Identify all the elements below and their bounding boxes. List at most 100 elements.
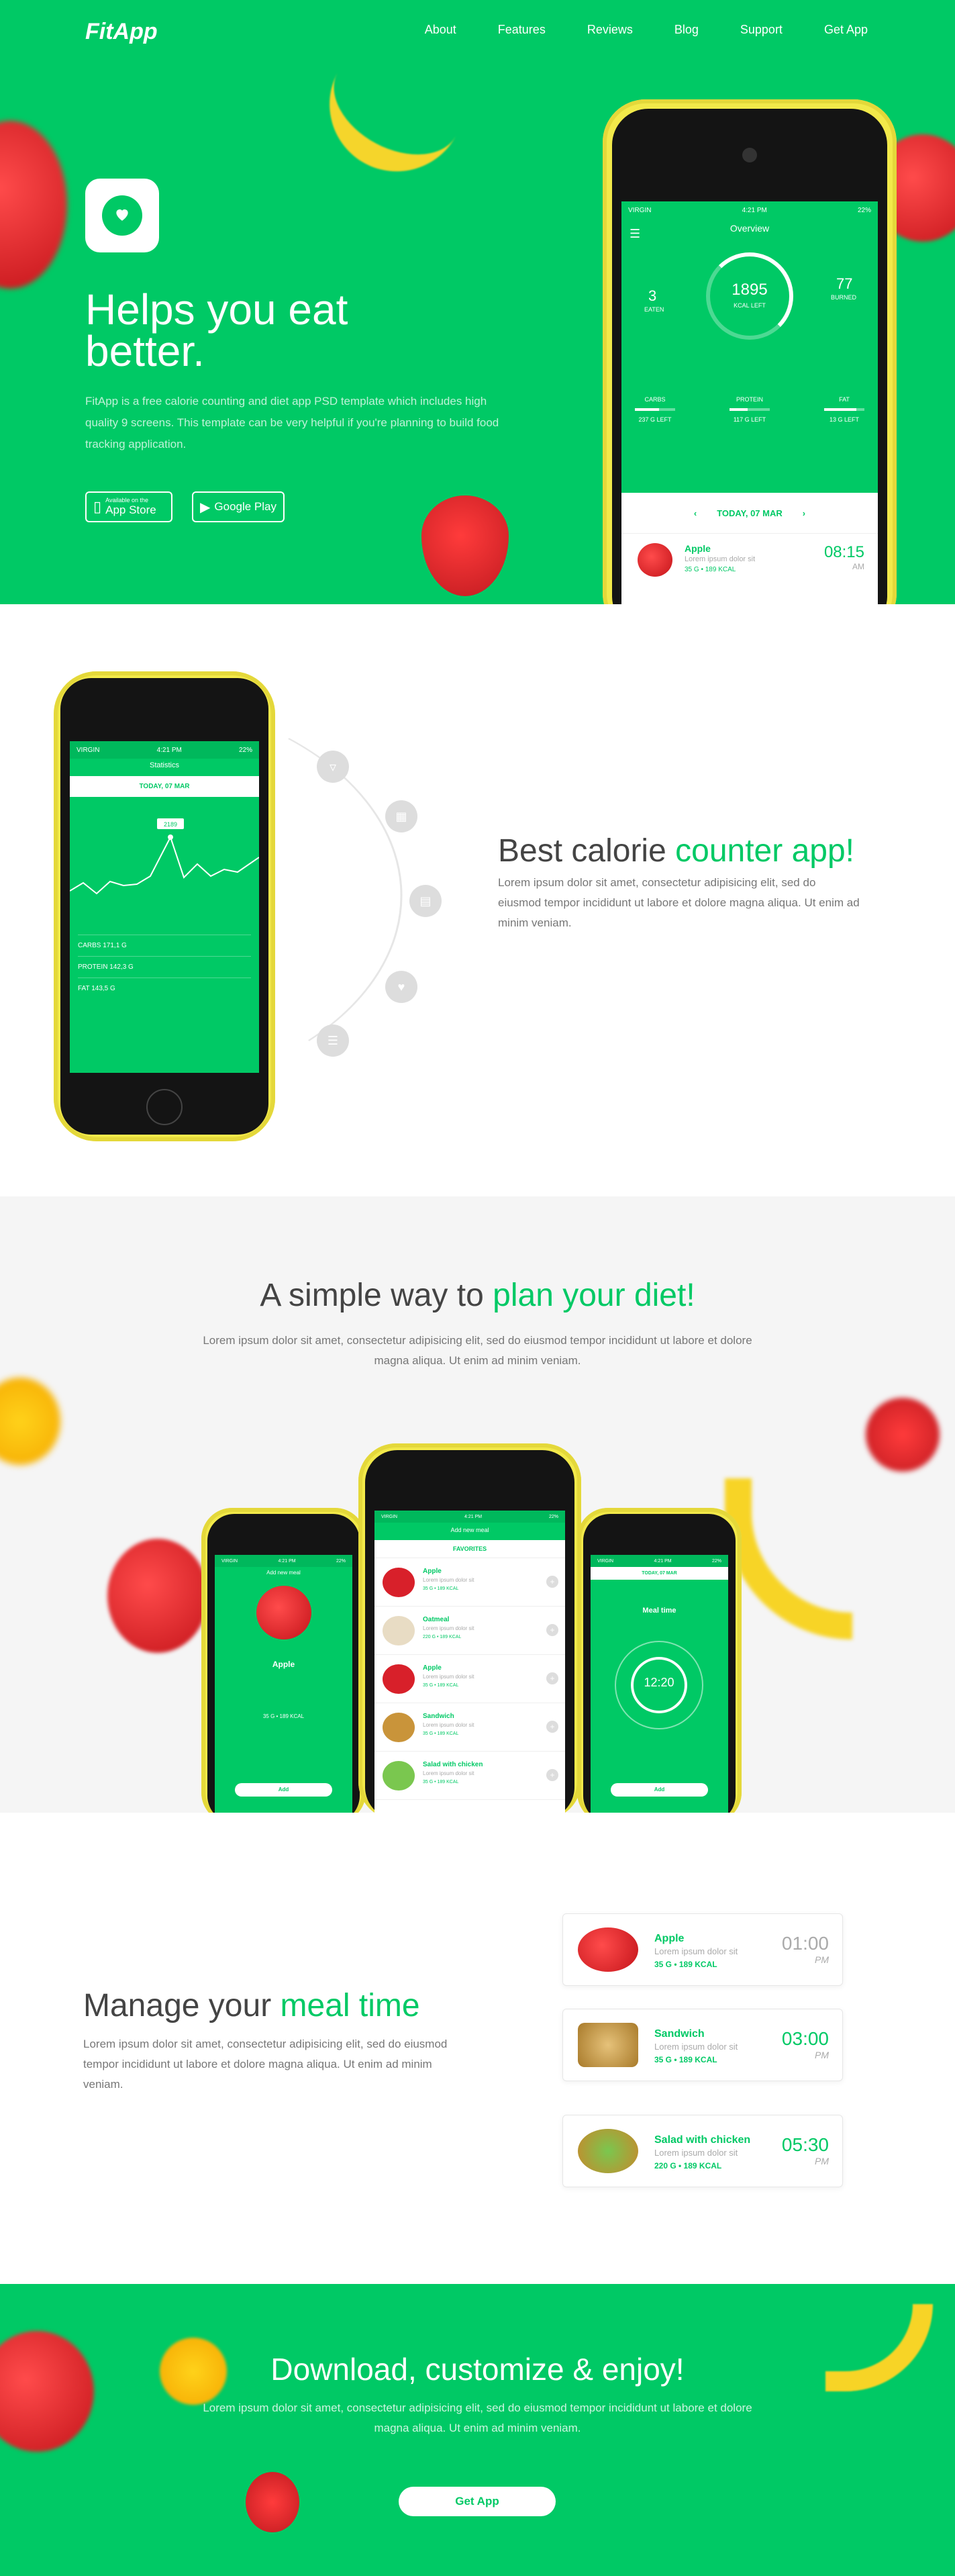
nav-link-get-app[interactable]: Get App (824, 23, 868, 37)
food-list: Apple Lorem ipsum dolor sit 35 G • 189 KCA… (374, 1558, 565, 1800)
meal-time-phone-right: VIRGIN 4:21 PM 22% TODAY, 07 MAR Meal time… (577, 1508, 742, 1813)
hero-title: Helps you eat better. (85, 288, 348, 375)
add-food-icon[interactable]: + (546, 1576, 558, 1588)
meal-card-apple[interactable]: Apple Lorem ipsum dolor sit 35 G • 189 K… (562, 1913, 843, 1986)
add-meal-phone-left: VIRGIN 4:21 PM 22% Add new meal Apple 35 G… (201, 1508, 366, 1813)
download-section: Download, customize & enjoy! Lorem ipsum… (0, 2284, 955, 2576)
download-description: Lorem ipsum dolor sit amet, consectetur … (203, 2401, 752, 2434)
favorites-tab[interactable]: FAVORITES (374, 1540, 565, 1558)
food-thumbnail (383, 1616, 415, 1645)
apple-decoration (0, 121, 67, 289)
hero-title-line2: better. (85, 327, 205, 375)
add-meal-phone-center: VIRGIN 4:21 PM 22% Add new meal FAVORITES … (358, 1443, 581, 1813)
food-desc: Lorem ipsum dolor sit (423, 1674, 474, 1680)
food-list-item[interactable]: Apple Lorem ipsum dolor sit 35 G • 189 KCA… (374, 1655, 565, 1703)
food-list-item[interactable]: Salad with chicken Lorem ipsum dolor sit 3… (374, 1752, 565, 1800)
apple-food-image (578, 1927, 638, 1972)
nav-link-support[interactable]: Support (740, 23, 783, 37)
nav-link-reviews[interactable]: Reviews (587, 23, 633, 37)
strawberry-decoration (866, 1398, 940, 1472)
chevron-left-icon[interactable]: ‹ (694, 508, 697, 518)
meal-description: Lorem ipsum dolor sit amet, consectetur … (83, 2038, 448, 2091)
add-food-icon[interactable]: + (546, 1672, 558, 1684)
food-desc: Lorem ipsum dolor sit (423, 1770, 474, 1776)
logo[interactable]: FitApp (85, 19, 158, 45)
app-icon (85, 179, 159, 252)
apple-decoration (0, 2331, 94, 2452)
plan-section: A simple way to plan your diet! Lorem ip… (0, 1196, 955, 1813)
food-name: Apple (423, 1568, 442, 1575)
macros-row: CARBS 237 G LEFT PROTEIN 117 G LEFT FAT 13 … (635, 396, 864, 423)
chart-icon: ▤ (409, 885, 442, 917)
add-button[interactable]: Add (611, 1783, 708, 1797)
eaten-value: 3 (648, 287, 657, 304)
food-desc: Lorem ipsum dolor sit (423, 1625, 474, 1631)
food-meta: 35 G • 189 KCAL (423, 1683, 459, 1688)
chart-tooltip: 2189 (164, 821, 177, 828)
pepper-decoration (0, 1378, 60, 1465)
burned-value: 77 (836, 275, 853, 292)
counter-title: Best calorie counter app! (498, 833, 854, 869)
menu-icon[interactable]: ☰ (630, 227, 640, 241)
plan-title: A simple way to plan your diet! (260, 1278, 695, 1313)
chevron-right-icon[interactable]: › (803, 508, 805, 518)
stats-rows: CARBS 171,1 G PROTEIN 142,3 G FAT 143,5 … (70, 935, 259, 999)
food-name: Apple (423, 1664, 442, 1672)
food-desc: Lorem ipsum dolor sit (423, 1722, 474, 1728)
heart-icon: ♥ (385, 971, 417, 1003)
apple-food-image (256, 1586, 311, 1639)
hero-phone: VIRGIN 4:21 PM 22% ☰ Overview 1895 KCAL LE… (603, 99, 897, 604)
hero-section: FitApp About Features Reviews Blog Suppo… (0, 0, 955, 604)
sandwich-food-image (578, 2023, 638, 2067)
food-name: Salad with chicken (423, 1761, 483, 1768)
food-meta: 35 G • 189 KCAL (423, 1780, 459, 1784)
stats-phone: VIRGIN 4:21 PM 22% Statistics TODAY, 07 MA… (54, 671, 275, 1141)
nav-link-blog[interactable]: Blog (674, 23, 699, 37)
meal-card-salad[interactable]: Salad with chicken Lorem ipsum dolor sit… (562, 2115, 843, 2187)
nav-link-features[interactable]: Features (498, 23, 546, 37)
add-food-icon[interactable]: + (546, 1624, 558, 1636)
bell-icon: ▿ (317, 751, 349, 783)
screen-title: Statistics (149, 761, 179, 769)
banana-decoration (305, 66, 460, 195)
calendar-icon: ▦ (385, 800, 417, 832)
app-store-button[interactable]: ▯ Available on the App Store (85, 491, 172, 522)
add-food-icon[interactable]: + (546, 1721, 558, 1733)
date-selector[interactable]: ‹ TODAY, 07 MAR › (621, 493, 878, 533)
meal-card-sandwich[interactable]: Sandwich Lorem ipsum dolor sit 35 G • 18… (562, 2009, 843, 2081)
food-name: Sandwich (423, 1713, 454, 1720)
food-list-item[interactable]: Sandwich Lorem ipsum dolor sit 35 G • 189 … (374, 1703, 565, 1752)
stats-phone-screen: VIRGIN 4:21 PM 22% Statistics TODAY, 07 MA… (70, 741, 259, 1073)
burned-label: BURNED (831, 294, 857, 301)
food-meta: 35 G • 189 KCAL (423, 1586, 459, 1591)
apple-icon: ▯ (93, 498, 102, 515)
food-name: Oatmeal (423, 1616, 450, 1623)
nav-menu: About Features Reviews Blog Support Get … (383, 23, 868, 37)
add-button[interactable]: Add (235, 1783, 332, 1797)
add-food-icon[interactable]: + (546, 1769, 558, 1781)
food-meta: 220 G • 189 KCAL (423, 1635, 462, 1639)
salad-food-image (578, 2129, 638, 2173)
food-thumbnail (383, 1713, 415, 1742)
home-button (146, 1089, 183, 1125)
counter-section: ▿ ▦ ▤ ♥ ☰ VIRGIN 4:21 PM 22% Statistics TO… (0, 604, 955, 1196)
calorie-line-chart: 2189 (70, 818, 259, 895)
food-desc: Lorem ipsum dolor sit (423, 1577, 474, 1583)
date-selector[interactable]: TODAY, 07 MAR (70, 776, 259, 797)
get-app-button[interactable]: Get App (399, 2487, 556, 2516)
counter-description: Lorem ipsum dolor sit amet, consectetur … (498, 876, 860, 929)
food-thumbnail (383, 1664, 415, 1694)
heart-icon (116, 209, 128, 221)
kcal-left-value: 1895 (732, 281, 768, 299)
food-list-item[interactable]: Oatmeal Lorem ipsum dolor sit 220 G • 189 … (374, 1607, 565, 1655)
kcal-left-label: KCAL LEFT (734, 302, 766, 309)
play-icon: ▶ (200, 499, 211, 515)
screen-title: Overview (730, 223, 770, 234)
banana-decoration (725, 1478, 852, 1639)
nav-link-about[interactable]: About (425, 23, 456, 37)
food-list-item[interactable]: Apple Lorem ipsum dolor sit 35 G • 189 KCA… (374, 1558, 565, 1607)
hero-phone-screen: VIRGIN 4:21 PM 22% ☰ Overview 1895 KCAL LE… (621, 201, 878, 604)
eaten-label: EATEN (644, 306, 664, 313)
meal-item[interactable]: Apple Lorem ipsum dolor sit 35 G • 189 K… (621, 533, 878, 600)
google-play-button[interactable]: ▶ Google Play (192, 491, 285, 522)
